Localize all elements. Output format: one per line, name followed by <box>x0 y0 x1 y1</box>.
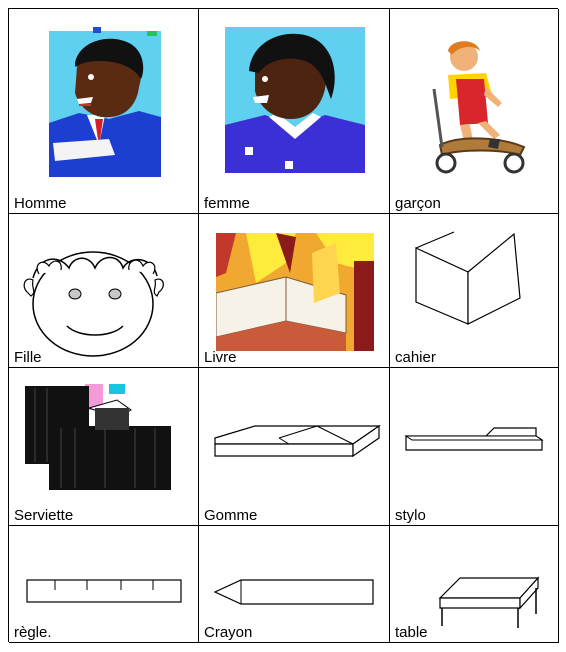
open-book-image <box>216 233 374 351</box>
pencil-image <box>213 579 374 605</box>
card-label: table <box>395 624 428 641</box>
card-serviette: Serviette <box>9 368 199 526</box>
card-regle: règle. <box>9 526 199 643</box>
card-label: Crayon <box>204 624 253 641</box>
woman-portrait-image <box>225 27 365 173</box>
card-gomme: Gomme <box>199 368 390 526</box>
card-table: table <box>390 526 559 643</box>
card-label: cahier <box>395 349 436 366</box>
eraser-image <box>214 424 381 458</box>
card-label: Gomme <box>204 507 258 524</box>
card-livre: Livre <box>199 214 390 368</box>
card-label: Livre <box>204 349 237 366</box>
card-label: règle. <box>14 624 52 641</box>
girl-face-image <box>23 251 164 357</box>
card-garcon: garçon <box>390 9 559 214</box>
table-image <box>438 576 540 628</box>
card-fille: Fille <box>9 214 199 368</box>
card-label: stylo <box>395 507 426 524</box>
card-label: femme <box>204 195 250 212</box>
card-label: garçon <box>395 195 441 212</box>
card-femme: femme <box>199 9 390 214</box>
ruler-image <box>26 579 182 603</box>
card-cahier: cahier <box>390 214 559 368</box>
card-crayon: Crayon <box>199 526 390 643</box>
card-label: Fille <box>14 349 42 366</box>
card-stylo: stylo <box>390 368 559 526</box>
notebook-image <box>415 231 521 325</box>
card-homme: Homme <box>9 9 199 214</box>
pen-image <box>404 427 544 451</box>
boy-on-scooter-image <box>432 41 526 174</box>
briefcase-image <box>25 384 171 490</box>
man-portrait-image <box>49 27 161 177</box>
card-label: Serviette <box>14 507 74 524</box>
card-label: Homme <box>14 195 67 212</box>
vocabulary-table: Homme femme garçon Fille Livre cahier Se… <box>8 8 559 643</box>
